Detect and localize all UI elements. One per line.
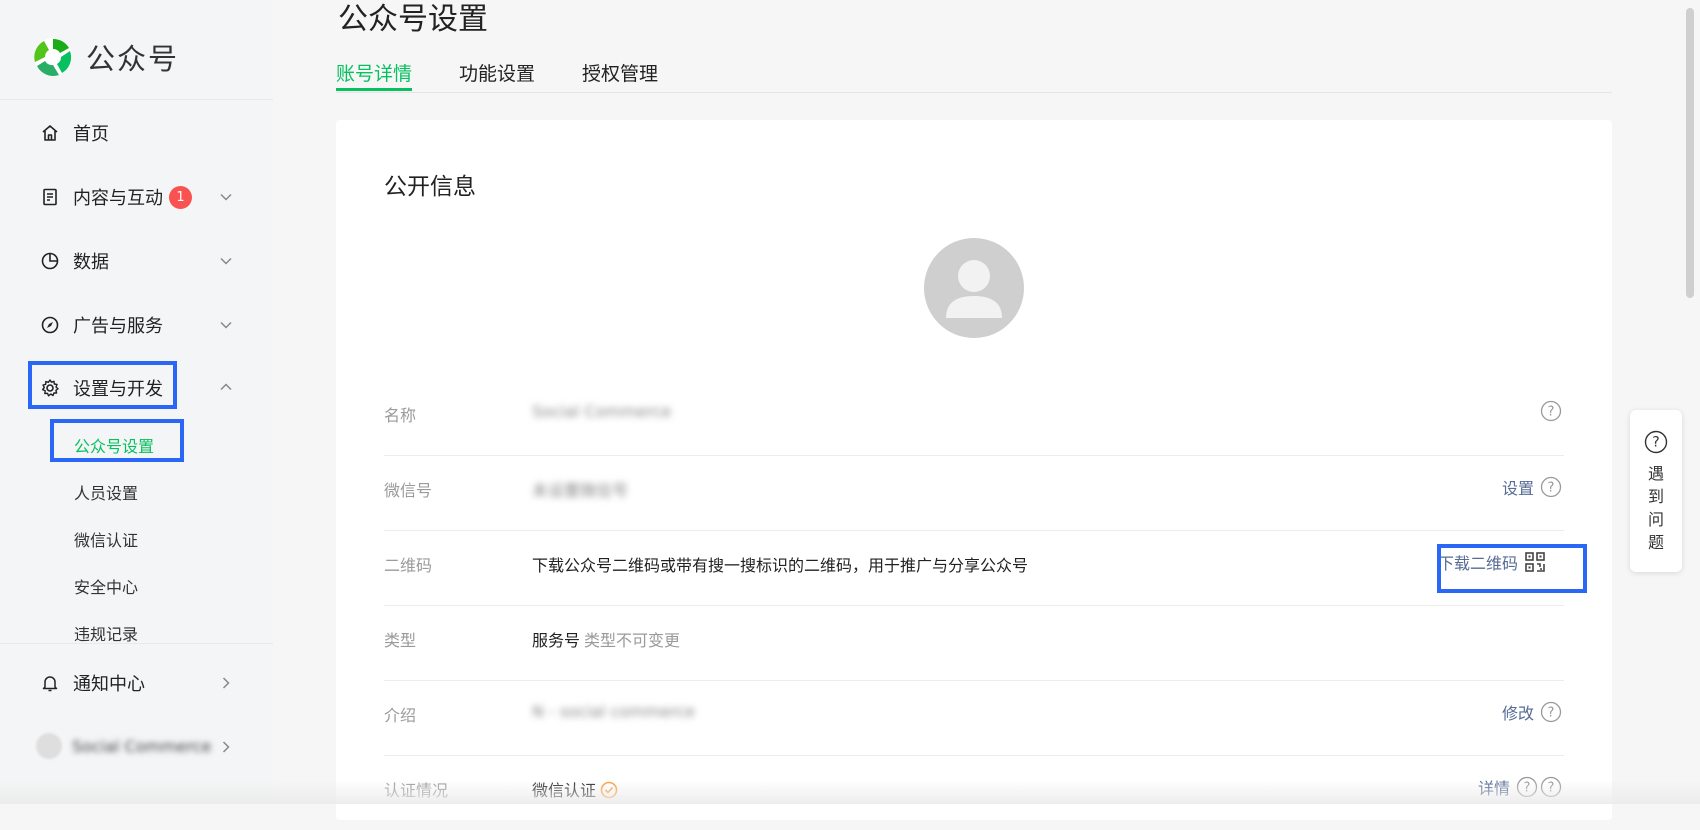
app-logo[interactable]: 公众号 [32,36,179,78]
sidebar-divider [0,643,273,644]
tab-authorization[interactable]: 授权管理 [582,59,658,86]
row-label: 二维码 [384,556,433,575]
qrcode-description: 下载公众号二维码或带有搜一搜标识的二维码，用于推广与分享公众号 [532,556,1029,575]
svg-text:?: ? [1652,435,1659,451]
account-avatar[interactable] [924,238,1024,338]
account-switcher[interactable]: Social Commerce [36,733,211,759]
highlight-box [50,419,184,462]
info-row-name: 名称 Social Commerce ? [384,380,1564,456]
account-type-value: 服务号 类型不可变更 [532,627,680,651]
account-name-value: Social Commerce [532,402,672,421]
wechat-official-logo-icon [34,38,72,76]
scrollbar[interactable] [1686,8,1694,298]
chevron-right-icon[interactable] [219,740,233,754]
row-label: 微信号 [384,481,433,500]
chevron-up-icon[interactable] [219,380,233,394]
verification-value: 微信认证 [532,777,618,801]
user-placeholder-icon [946,260,1002,318]
wechat-id-value: 未设置微信号 [532,481,629,500]
info-row-verification: 认证情况 微信认证 详情 ? ? [384,755,1564,830]
svg-text:?: ? [1524,781,1531,796]
row-label: 类型 [384,631,417,650]
bell-icon [42,676,58,692]
sidebar-item-home[interactable]: 首页 [40,118,109,148]
verification-details-link[interactable]: 详情 [1478,775,1510,799]
svg-text:?: ? [1548,706,1555,721]
tab-account-details[interactable]: 账号详情 [336,59,412,86]
info-row-intro: 介绍 N - social commerce 修改 ? [384,680,1564,756]
account-type: 服务号 [532,631,581,650]
compass-icon [41,316,59,334]
chevron-right-icon[interactable] [219,676,233,690]
notification-badge: 1 [169,185,192,209]
sidebar-item-label: 通知中心 [73,674,145,695]
sidebar-item-data[interactable]: 数据 [40,246,109,276]
sidebar-divider [0,99,273,100]
avatar [36,733,62,759]
row-actions: 详情 ? ? [1478,775,1562,799]
info-row-wechat-id: 微信号 未设置微信号 设置 ? [384,455,1564,531]
help-widget[interactable]: ? 遇到问题 [1630,410,1682,572]
svg-text:?: ? [1548,781,1555,796]
sidebar-item-content[interactable]: 内容与互动 1 [40,182,192,212]
help-circle-icon[interactable]: ? [1540,400,1562,422]
row-actions: 修改 ? [1502,700,1562,724]
help-circle-icon[interactable]: ? [1516,776,1538,798]
verification-status: 微信认证 [532,781,597,800]
type-note: 类型不可变更 [584,631,681,650]
account-name: Social Commerce [72,736,212,756]
sidebar-item-label: 数据 [73,252,109,273]
sidebar-subitem-violation-records[interactable]: 违规记录 [74,621,138,645]
sidebar-subitem-security-center[interactable]: 安全中心 [74,574,138,598]
row-label: 认证情况 [384,781,449,800]
page-title: 公众号设置 [338,2,488,37]
tab-bar: 账号详情 功能设置 授权管理 [336,55,1612,93]
row-actions: ? [1534,400,1562,422]
app-name: 公众号 [86,42,180,76]
help-circle-icon[interactable]: ? [1540,701,1562,723]
help-widget-char: 遇 [1647,464,1664,483]
row-actions: 设置 ? [1502,475,1562,499]
help-widget-char: 问 [1647,510,1664,529]
sidebar-item-notifications[interactable]: 通知中心 [40,668,145,698]
intro-value: N - social commerce [532,702,696,721]
sidebar-item-ads-services[interactable]: 广告与服务 [40,310,163,340]
row-label: 名称 [384,406,417,425]
home-icon [42,125,58,141]
help-widget-char: 题 [1647,533,1664,552]
active-tab-indicator [336,88,412,91]
section-title: 公开信息 [384,174,476,200]
info-row-type: 类型 服务号 类型不可变更 [384,605,1564,681]
row-label: 介绍 [384,706,417,725]
highlight-box [1437,544,1587,593]
help-widget-label: 遇到问题 [1630,462,1682,554]
sidebar-item-label: 内容与互动 [73,188,163,209]
sidebar-subitem-wechat-verification[interactable]: 微信认证 [74,527,138,551]
svg-text:?: ? [1548,481,1555,496]
public-info-card: 公开信息 名称 Social Commerce ? 微信号 未设置微信号 设置 … [336,120,1612,820]
document-icon [43,188,57,206]
chevron-down-icon[interactable] [219,318,233,332]
help-widget-char: 到 [1647,487,1664,506]
info-row-qrcode: 二维码 下载公众号二维码或带有搜一搜标识的二维码，用于推广与分享公众号 下载二维… [384,530,1564,606]
chevron-down-icon[interactable] [219,254,233,268]
sidebar: 公众号 首页 内容与互动 1 数据 广告与服务 设置与开发 公众号设置 人员设置… [0,0,273,804]
set-wechat-id-link[interactable]: 设置 [1502,475,1534,499]
svg-text:?: ? [1548,405,1555,420]
sidebar-item-label: 广告与服务 [73,316,163,337]
sidebar-item-label: 首页 [73,124,109,145]
highlight-box [28,361,177,409]
pie-chart-icon [41,252,59,270]
sidebar-subitem-personnel[interactable]: 人员设置 [74,480,138,504]
chevron-down-icon[interactable] [219,190,233,204]
verified-check-icon [600,781,618,799]
help-circle-icon[interactable]: ? [1540,776,1562,798]
question-circle-icon: ? [1644,430,1668,454]
help-circle-icon[interactable]: ? [1540,476,1562,498]
tab-feature-settings[interactable]: 功能设置 [459,59,535,86]
edit-intro-link[interactable]: 修改 [1502,700,1534,724]
